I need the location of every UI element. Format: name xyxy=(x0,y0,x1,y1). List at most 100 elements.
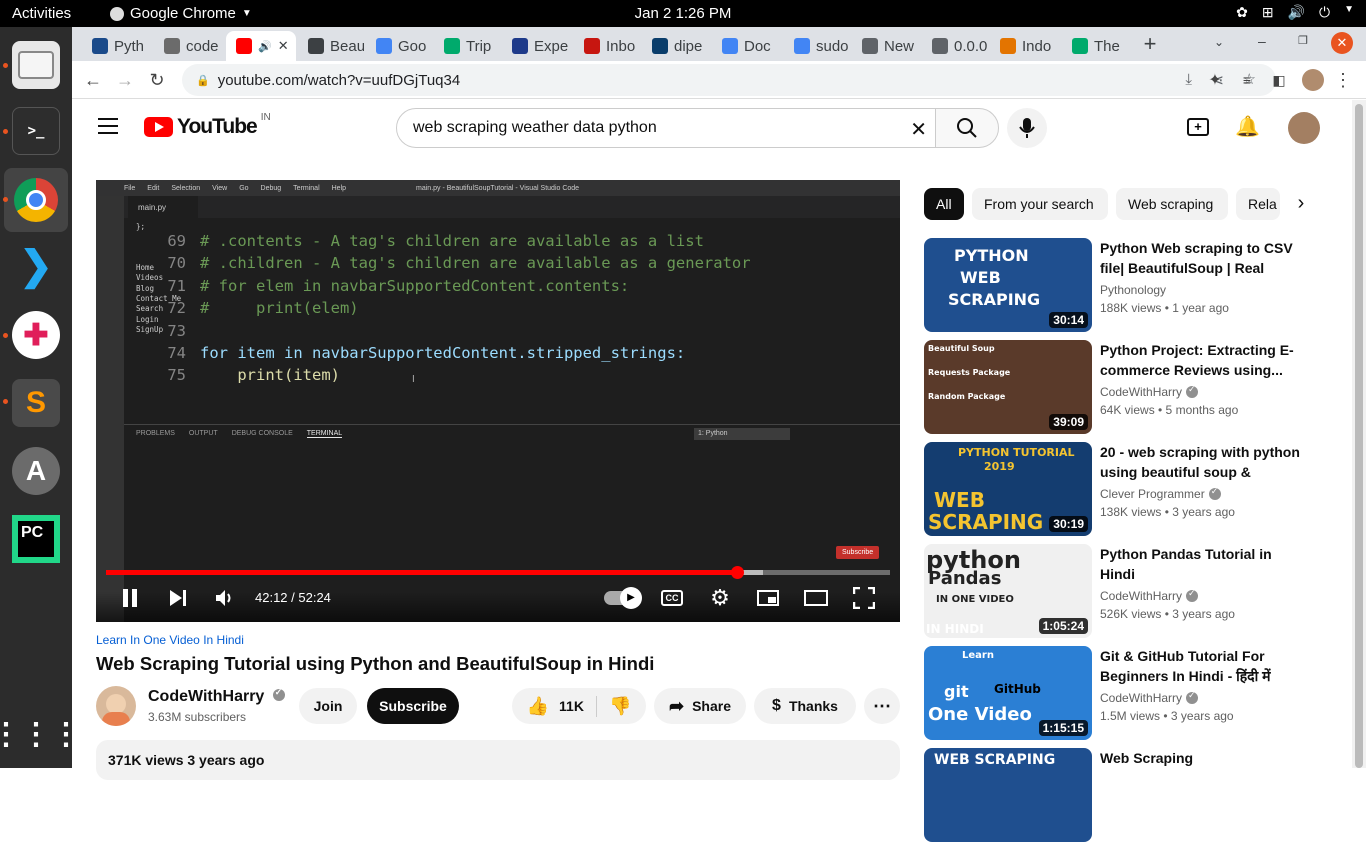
chrome-menu-icon[interactable]: ⋮ xyxy=(1330,67,1356,93)
recommended-channel-name[interactable]: CodeWithHarry xyxy=(1100,588,1199,603)
clear-search-icon[interactable]: ✕ xyxy=(910,117,927,142)
browser-tab[interactable]: Indo xyxy=(990,31,1060,61)
extensions-icon[interactable]: ✦ xyxy=(1202,67,1228,93)
filter-chip[interactable]: Rela xyxy=(1236,188,1280,220)
video-player[interactable]: File Edit Selection View Go Debug Terminal Help… xyxy=(96,180,900,622)
recommended-video-title[interactable]: Python Web scraping to CSV file| Beautif… xyxy=(1100,238,1304,278)
files-icon[interactable] xyxy=(12,41,60,89)
filter-chip[interactable]: From your search xyxy=(972,188,1108,220)
recommended-video[interactable]: Learn git GitHub One Video 1:15:15 Git & GitH… xyxy=(924,646,1344,740)
captions-button[interactable]: CC xyxy=(660,586,684,610)
video-thumbnail[interactable]: WEB SCRAPING xyxy=(924,748,1092,842)
account-avatar[interactable] xyxy=(1288,112,1320,144)
like-button[interactable]: 👍 11K xyxy=(527,695,597,717)
install-icon[interactable]: ⤓ xyxy=(1185,71,1192,88)
video-thumbnail[interactable]: Beautiful Soup Requests Package Random Pac… xyxy=(924,340,1092,434)
minimize-button[interactable]: – xyxy=(1258,33,1266,49)
close-tab-icon[interactable]: ✕ xyxy=(278,38,289,54)
recommended-video[interactable]: Beautiful Soup Requests Package Random Pac… xyxy=(924,340,1344,434)
search-button[interactable] xyxy=(935,108,999,148)
pycharm-icon[interactable]: PC xyxy=(12,515,60,563)
recommended-video-title[interactable]: Python Pandas Tutorial in Hindi xyxy=(1100,544,1304,584)
slack-icon[interactable]: ✚ xyxy=(12,311,60,359)
recommended-channel-name[interactable]: CodeWithHarry xyxy=(1100,384,1199,399)
terminal-icon[interactable]: >_ xyxy=(12,107,60,155)
vscode-icon[interactable]: ❯ xyxy=(12,242,60,290)
browser-tab[interactable]: Doc xyxy=(712,31,782,61)
thanks-button[interactable]: $ Thanks xyxy=(754,688,856,724)
browser-tab[interactable]: Beau xyxy=(298,31,364,61)
show-apps-icon[interactable]: ⋮⋮⋮ xyxy=(0,710,81,758)
channel-avatar[interactable] xyxy=(96,686,136,726)
notifications-bell-icon[interactable]: 🔔 xyxy=(1235,114,1260,139)
browser-tab[interactable]: dipe xyxy=(642,31,710,61)
filter-chip[interactable]: Web scraping xyxy=(1116,188,1228,220)
browser-tab[interactable]: Goo xyxy=(366,31,432,61)
browser-tab[interactable]: 0.0.0 xyxy=(922,31,988,61)
video-tagline[interactable]: Learn In One Video In Hindi xyxy=(96,633,244,647)
settings-gear-icon[interactable]: ⚙ xyxy=(708,585,732,610)
share-button[interactable]: ➦ Share xyxy=(654,688,746,724)
browser-tab[interactable]: Expe xyxy=(502,31,572,61)
browser-tab[interactable]: code xyxy=(154,31,224,61)
video-thumbnail[interactable]: python Pandas IN ONE VIDEO IN HINDI 1:05:24 xyxy=(924,544,1092,638)
search-input[interactable]: web scraping weather data python ✕ xyxy=(396,108,936,148)
media-control-icon[interactable]: ≡ xyxy=(1234,67,1260,93)
fullscreen-button[interactable] xyxy=(852,586,876,610)
theater-mode-button[interactable] xyxy=(804,586,828,610)
browser-tab[interactable]: Pyth xyxy=(82,31,152,61)
join-button[interactable]: Join xyxy=(299,688,357,724)
clock[interactable]: Jan 2 1:26 PM xyxy=(0,5,1366,22)
recommended-video[interactable]: WEB SCRAPING Web Scraping xyxy=(924,748,1344,842)
filter-chip[interactable]: All xyxy=(924,188,964,220)
recommended-video-title[interactable]: Web Scraping xyxy=(1100,748,1304,768)
pause-button[interactable] xyxy=(118,586,142,610)
video-thumbnail[interactable]: Learn git GitHub One Video 1:15:15 xyxy=(924,646,1092,740)
sublime-text-icon[interactable]: S xyxy=(12,379,60,427)
tab-search-icon[interactable]: ⌄ xyxy=(1214,35,1224,49)
software-center-icon[interactable]: A xyxy=(12,447,60,495)
audio-playing-icon[interactable]: 🔊 xyxy=(258,40,272,53)
chips-next-arrow-icon[interactable]: › xyxy=(1288,192,1314,218)
system-tray[interactable]: ✿ ⊞ 🔊 ⏻ ▼ xyxy=(1236,4,1354,21)
back-button[interactable]: ← xyxy=(80,67,106,93)
restore-button[interactable]: ❐ xyxy=(1298,34,1308,47)
recommended-video-title[interactable]: 20 - web scraping with python using beau… xyxy=(1100,442,1304,482)
recommended-video[interactable]: python Pandas IN ONE VIDEO IN HINDI 1:05:24 P… xyxy=(924,544,1344,638)
recommended-channel-name[interactable]: Clever Programmer xyxy=(1100,486,1221,501)
hamburger-menu-icon[interactable] xyxy=(98,118,118,134)
side-panel-icon[interactable]: ◧ xyxy=(1266,67,1292,93)
subscribe-watermark[interactable]: Subscribe xyxy=(836,546,880,559)
browser-tab[interactable]: sudo xyxy=(784,31,850,61)
recommended-video-title[interactable]: Python Project: Extracting E-commerce Re… xyxy=(1100,340,1304,380)
volume-button[interactable] xyxy=(212,586,238,610)
forward-button[interactable]: → xyxy=(112,67,138,93)
create-video-icon[interactable]: + xyxy=(1187,118,1209,136)
browser-tab[interactable]: New xyxy=(852,31,920,61)
recommended-video[interactable]: PYTHON WEB SCRAPING 30:14 Python Web scrapin… xyxy=(924,238,1344,332)
description-box[interactable]: 371K views 3 years ago xyxy=(96,740,900,780)
scrollbar-thumb[interactable] xyxy=(1355,104,1363,768)
channel-name[interactable]: CodeWithHarry xyxy=(148,687,285,706)
dislike-button[interactable]: 👎 xyxy=(605,696,631,717)
recommended-channel-name[interactable]: Pythonology xyxy=(1100,283,1166,297)
profile-avatar[interactable] xyxy=(1302,69,1324,91)
page-scrollbar[interactable] xyxy=(1352,100,1366,768)
autoplay-toggle[interactable]: ▶ xyxy=(604,586,642,610)
youtube-logo[interactable]: YouTube IN xyxy=(144,112,271,139)
recommended-video-title[interactable]: Git & GitHub Tutorial For Beginners In H… xyxy=(1100,646,1304,686)
close-window-button[interactable]: ✕ xyxy=(1331,32,1353,54)
miniplayer-button[interactable] xyxy=(756,586,780,610)
subscribe-button[interactable]: Subscribe xyxy=(367,688,459,724)
reload-button[interactable]: ↻ xyxy=(144,67,170,93)
chrome-icon[interactable] xyxy=(12,176,60,224)
video-thumbnail[interactable]: PYTHON TUTORIAL 2019 WEB SCRAPING 30:19 xyxy=(924,442,1092,536)
more-actions-button[interactable]: ⋯ xyxy=(864,688,900,724)
browser-tab[interactable]: 🔊 ✕ xyxy=(226,31,296,61)
browser-tab[interactable]: Trip xyxy=(434,31,500,61)
recommended-video[interactable]: PYTHON TUTORIAL 2019 WEB SCRAPING 30:19 20 - … xyxy=(924,442,1344,536)
address-bar[interactable]: 🔒 youtube.com/watch?v=uufDGjTuq34 ⤓ ⋖ ☆ xyxy=(182,64,1276,96)
new-tab-button[interactable]: + xyxy=(1136,31,1164,59)
recommended-channel-name[interactable]: CodeWithHarry xyxy=(1100,690,1199,705)
voice-search-button[interactable] xyxy=(1007,108,1047,148)
